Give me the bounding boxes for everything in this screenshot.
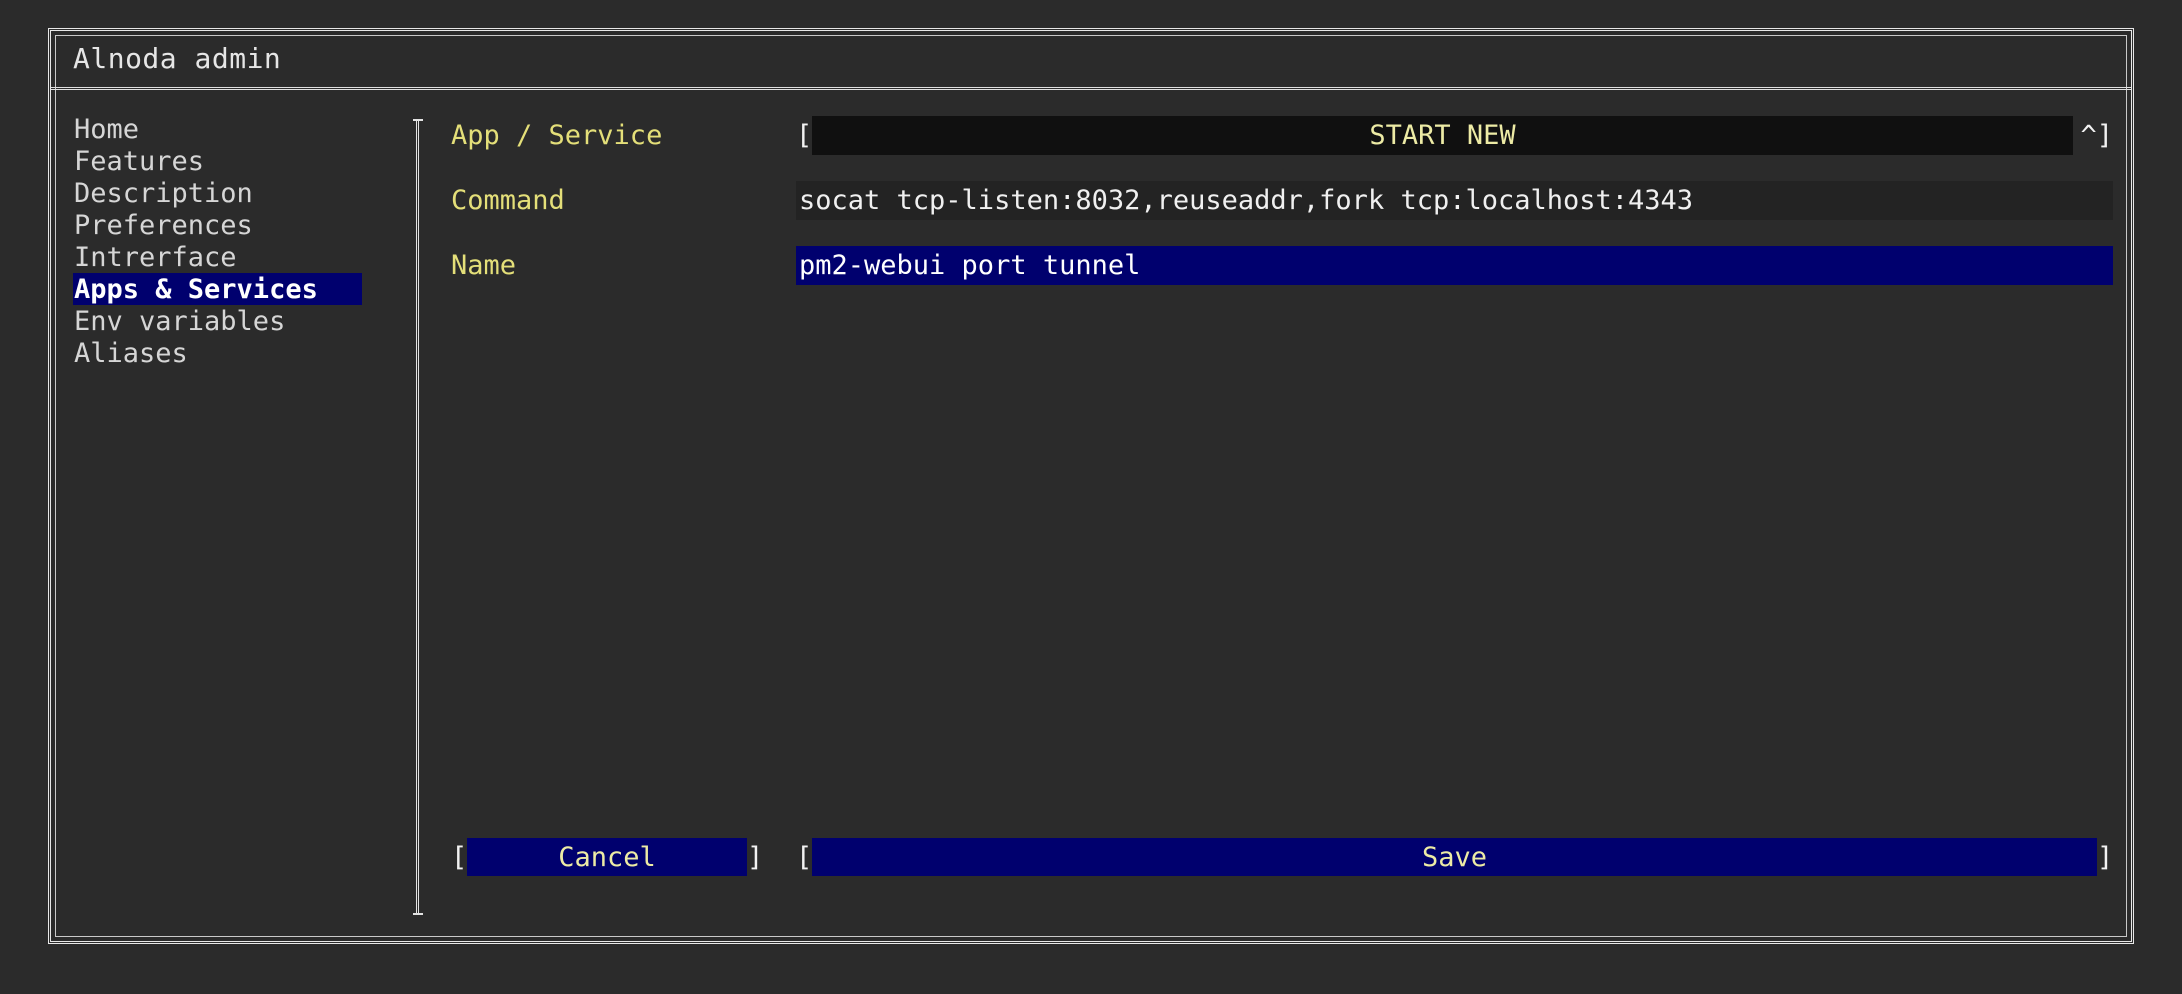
app-service-select[interactable]: START NEW — [812, 115, 2073, 155]
sidebar-item-label: Description — [74, 177, 253, 209]
sidebar-item-features[interactable]: Features — [73, 145, 209, 177]
sidebar-item-label: Home — [74, 113, 140, 145]
name-field: pm2-webui port tunnel — [796, 245, 2113, 285]
app-service-field: [ START NEW ^] — [796, 115, 2113, 155]
sidebar: Home Features Description Preferences In… — [73, 113, 362, 369]
app-service-label: App / Service — [451, 119, 663, 151]
form-row-command: Command socat tcp-listen:8032,reuseaddr,… — [451, 180, 2113, 220]
sidebar-item-label: Env variables — [74, 305, 286, 337]
app-service-selected-value: START NEW — [1369, 119, 1516, 151]
sidebar-item-label: Apps & Services — [74, 273, 318, 305]
name-label: Name — [451, 249, 517, 281]
name-input[interactable]: pm2-webui port tunnel — [796, 245, 2113, 285]
sidebar-item-label: Intrerface — [74, 241, 237, 273]
cancel-left-bracket: [ — [451, 841, 468, 873]
cancel-right-bracket: ] — [747, 841, 764, 873]
titlebar-separator — [51, 87, 2131, 90]
cancel-button-group: [ Cancel ] — [451, 837, 796, 877]
command-field: socat tcp-listen:8032,reuseaddr,fork tcp… — [796, 180, 2113, 220]
cancel-button-label: Cancel — [558, 841, 656, 873]
sidebar-item-description[interactable]: Description — [73, 177, 258, 209]
save-left-bracket: [ — [796, 841, 813, 873]
divider-line — [416, 121, 419, 913]
save-button-label: Save — [1421, 841, 1488, 873]
sidebar-item-aliases[interactable]: Aliases — [73, 337, 193, 369]
chevron-up-icon[interactable]: ^] — [2073, 122, 2113, 149]
command-label: Command — [451, 184, 565, 216]
command-input[interactable]: socat tcp-listen:8032,reuseaddr,fork tcp… — [796, 180, 2113, 220]
titlebar: Alnoda admin — [51, 31, 2131, 87]
divider-bottom-cap — [413, 913, 423, 915]
sidebar-item-home[interactable]: Home — [73, 113, 144, 145]
sidebar-item-label: Preferences — [74, 209, 253, 241]
form-actions: [ Cancel ] [ Save ] — [451, 837, 2113, 877]
page-title: Alnoda admin — [73, 42, 282, 75]
app-service-form: App / Service [ START NEW ^] Command soc… — [451, 115, 2113, 923]
left-bracket: [ — [796, 119, 813, 151]
name-input-value: pm2-webui port tunnel — [799, 249, 1141, 281]
form-row-name: Name pm2-webui port tunnel — [451, 245, 2113, 285]
form-row-app-service: App / Service [ START NEW ^] — [451, 115, 2113, 155]
window-content: Home Features Description Preferences In… — [51, 91, 2131, 941]
sidebar-item-label: Features — [74, 145, 205, 177]
sidebar-item-label: Aliases — [74, 337, 188, 369]
sidebar-item-apps-and-services[interactable]: Apps & Services — [73, 273, 362, 305]
save-button[interactable]: Save — [812, 838, 2097, 876]
admin-window: Alnoda admin Home Features Description P… — [48, 28, 2134, 944]
panel-divider — [413, 115, 423, 919]
save-button-group: [ Save ] — [796, 837, 2113, 877]
command-input-value: socat tcp-listen:8032,reuseaddr,fork tcp… — [799, 184, 1694, 216]
sidebar-item-env-variables[interactable]: Env variables — [73, 305, 290, 337]
sidebar-item-preferences[interactable]: Preferences — [73, 209, 258, 241]
sidebar-item-intrerface[interactable]: Intrerface — [73, 241, 242, 273]
save-right-bracket: ] — [2097, 841, 2114, 873]
cancel-button[interactable]: Cancel — [467, 838, 747, 876]
